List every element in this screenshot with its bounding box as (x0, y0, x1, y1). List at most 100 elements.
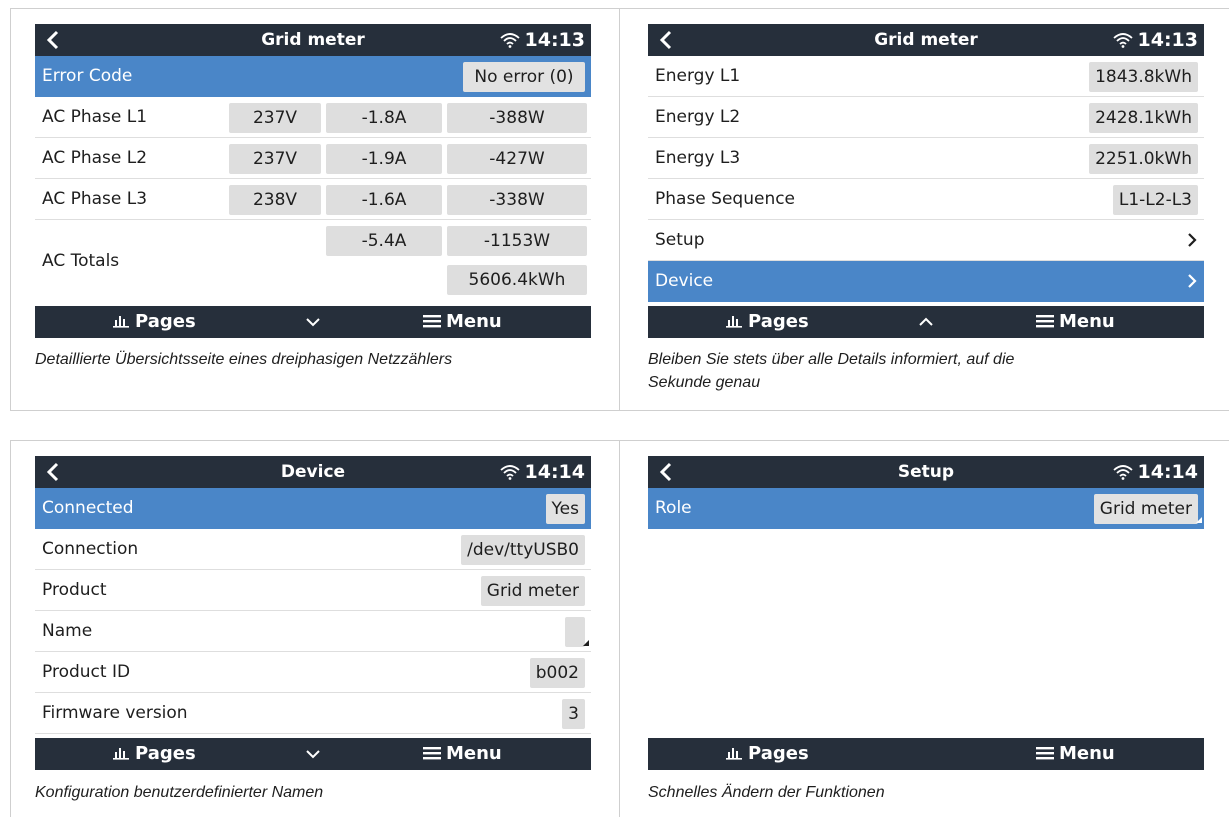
wifi-icon (500, 465, 520, 480)
pages-button[interactable]: Pages (113, 738, 196, 770)
row-energy-l3[interactable]: Energy L3 2251.0kWh (648, 138, 1204, 179)
edit-corner-icon (1196, 517, 1202, 523)
caption-panel-4: Schnelles Ändern der Funktionen (648, 784, 885, 801)
caption-panel-1: Detaillierte Übersichtsseite eines dreip… (35, 351, 453, 368)
row-setup[interactable]: Setup (648, 220, 1204, 261)
phase-voltage: 237V (229, 103, 321, 133)
row-ac-phase-l2[interactable]: AC Phase L2 237V -1.9A -427W (35, 138, 591, 179)
footer-bar: Pages Menu (35, 306, 591, 338)
row-ac-phase-l1[interactable]: AC Phase L1 237V -1.8A -388W (35, 97, 591, 138)
row-product-id[interactable]: Product ID b002 (35, 652, 591, 693)
chevron-right-icon (1188, 274, 1197, 288)
menu-button[interactable]: Menu (423, 306, 502, 338)
hamburger-menu-icon (1036, 315, 1054, 328)
clock-time: 14:13 (524, 29, 585, 51)
bar-chart-icon (726, 316, 742, 328)
phase-power: -388W (447, 103, 587, 133)
menu-button[interactable]: Menu (1036, 738, 1115, 770)
row-energy-l2[interactable]: Energy L2 2428.1kWh (648, 97, 1204, 138)
row-connection[interactable]: Connection /dev/ttyUSB0 (35, 529, 591, 570)
phase-current: -1.9A (326, 144, 442, 174)
totals-current: -5.4A (326, 226, 442, 256)
row-label: Product (42, 580, 107, 600)
phase-label: AC Phase L1 (42, 107, 148, 127)
row-label: Energy L2 (655, 107, 741, 127)
menu-button[interactable]: Menu (1036, 306, 1115, 338)
pages-button[interactable]: Pages (726, 306, 809, 338)
phase-voltage: 238V (229, 185, 321, 215)
menu-label: Menu (1059, 311, 1115, 332)
bar-chart-icon (113, 316, 129, 328)
row-device[interactable]: Device (648, 261, 1204, 302)
row-label: Role (655, 498, 692, 518)
row-value: L1-L2-L3 (1112, 185, 1198, 215)
footer-bar: Pages Menu (648, 306, 1204, 338)
row-ac-totals[interactable]: AC Totals -5.4A -1153W 5606.4kWh (35, 220, 591, 302)
totals-energy: 5606.4kWh (447, 265, 587, 295)
wifi-icon (1113, 465, 1133, 480)
row-product[interactable]: Product Grid meter (35, 570, 591, 611)
menu-button[interactable]: Menu (423, 738, 502, 770)
grid-divider-left-lower (10, 440, 11, 817)
row-firmware-version[interactable]: Firmware version 3 (35, 693, 591, 734)
caption-line-2: Sekunde genau (648, 374, 761, 391)
pages-button[interactable]: Pages (113, 306, 196, 338)
menu-label: Menu (446, 311, 502, 332)
grid-divider-center (619, 8, 620, 411)
header-bar: Device 14:14 (35, 456, 591, 488)
phase-power: -338W (447, 185, 587, 215)
pages-label: Pages (748, 311, 809, 332)
menu-label: Menu (1059, 743, 1115, 764)
bar-chart-icon (726, 748, 742, 760)
footer-bar: Pages Menu (35, 738, 591, 770)
phase-current: -1.8A (326, 103, 442, 133)
phase-label: AC Phase L2 (42, 148, 148, 168)
chevron-up-icon[interactable] (912, 306, 940, 338)
row-value: 1843.8kWh (1089, 62, 1198, 92)
pages-label: Pages (748, 743, 809, 764)
row-label: Connected (42, 498, 134, 518)
header-bar: Setup 14:14 (648, 456, 1204, 488)
row-ac-phase-l3[interactable]: AC Phase L3 238V -1.6A -338W (35, 179, 591, 220)
row-role[interactable]: Role Grid meter (648, 488, 1204, 529)
row-connected[interactable]: Connected Yes (35, 488, 591, 529)
name-edit-field[interactable] (565, 617, 585, 647)
bar-chart-icon (113, 748, 129, 760)
phase-current: -1.6A (326, 185, 442, 215)
wifi-icon (500, 33, 520, 48)
row-value: 2251.0kWh (1089, 144, 1198, 174)
row-value: Grid meter (480, 576, 585, 606)
menu-label: Menu (446, 743, 502, 764)
row-label: Device (655, 271, 714, 291)
caption-panel-2: Bleiben Sie stets über alle Details info… (648, 348, 1208, 394)
hamburger-menu-icon (1036, 747, 1054, 760)
row-label: Phase Sequence (655, 189, 796, 209)
row-error-code[interactable]: Error Code No error (0) (35, 56, 591, 97)
pages-button[interactable]: Pages (726, 738, 809, 770)
chevron-down-icon[interactable] (299, 306, 327, 338)
row-name[interactable]: Name (35, 611, 591, 652)
row-phase-sequence[interactable]: Phase Sequence L1-L2-L3 (648, 179, 1204, 220)
panel-grid-meter-overview: Grid meter 14:13 Error Code No error (0)… (35, 24, 591, 338)
row-label: Energy L1 (655, 66, 741, 86)
clock-time: 14:13 (1137, 29, 1198, 51)
chevron-right-icon (1188, 233, 1197, 247)
totals-label: AC Totals (42, 251, 120, 271)
phase-power: -427W (447, 144, 587, 174)
row-value: b002 (529, 658, 585, 688)
row-label: Setup (655, 230, 705, 250)
error-code-label: Error Code (42, 66, 133, 86)
grid-divider-center-lower (619, 440, 620, 817)
panel-setup: Setup 14:14 Role Grid meter Pages Menu (648, 456, 1204, 770)
role-selector[interactable]: Grid meter (1093, 494, 1198, 524)
hamburger-menu-icon (423, 747, 441, 760)
row-label: Connection (42, 539, 139, 559)
hamburger-menu-icon (423, 315, 441, 328)
panel-device: Device 14:14 Connected Yes Connection /d… (35, 456, 591, 770)
row-label: Firmware version (42, 703, 188, 723)
phase-voltage: 237V (229, 144, 321, 174)
row-value: /dev/ttyUSB0 (461, 535, 585, 565)
chevron-down-icon[interactable] (299, 738, 327, 770)
row-label: Energy L3 (655, 148, 741, 168)
row-energy-l1[interactable]: Energy L1 1843.8kWh (648, 56, 1204, 97)
